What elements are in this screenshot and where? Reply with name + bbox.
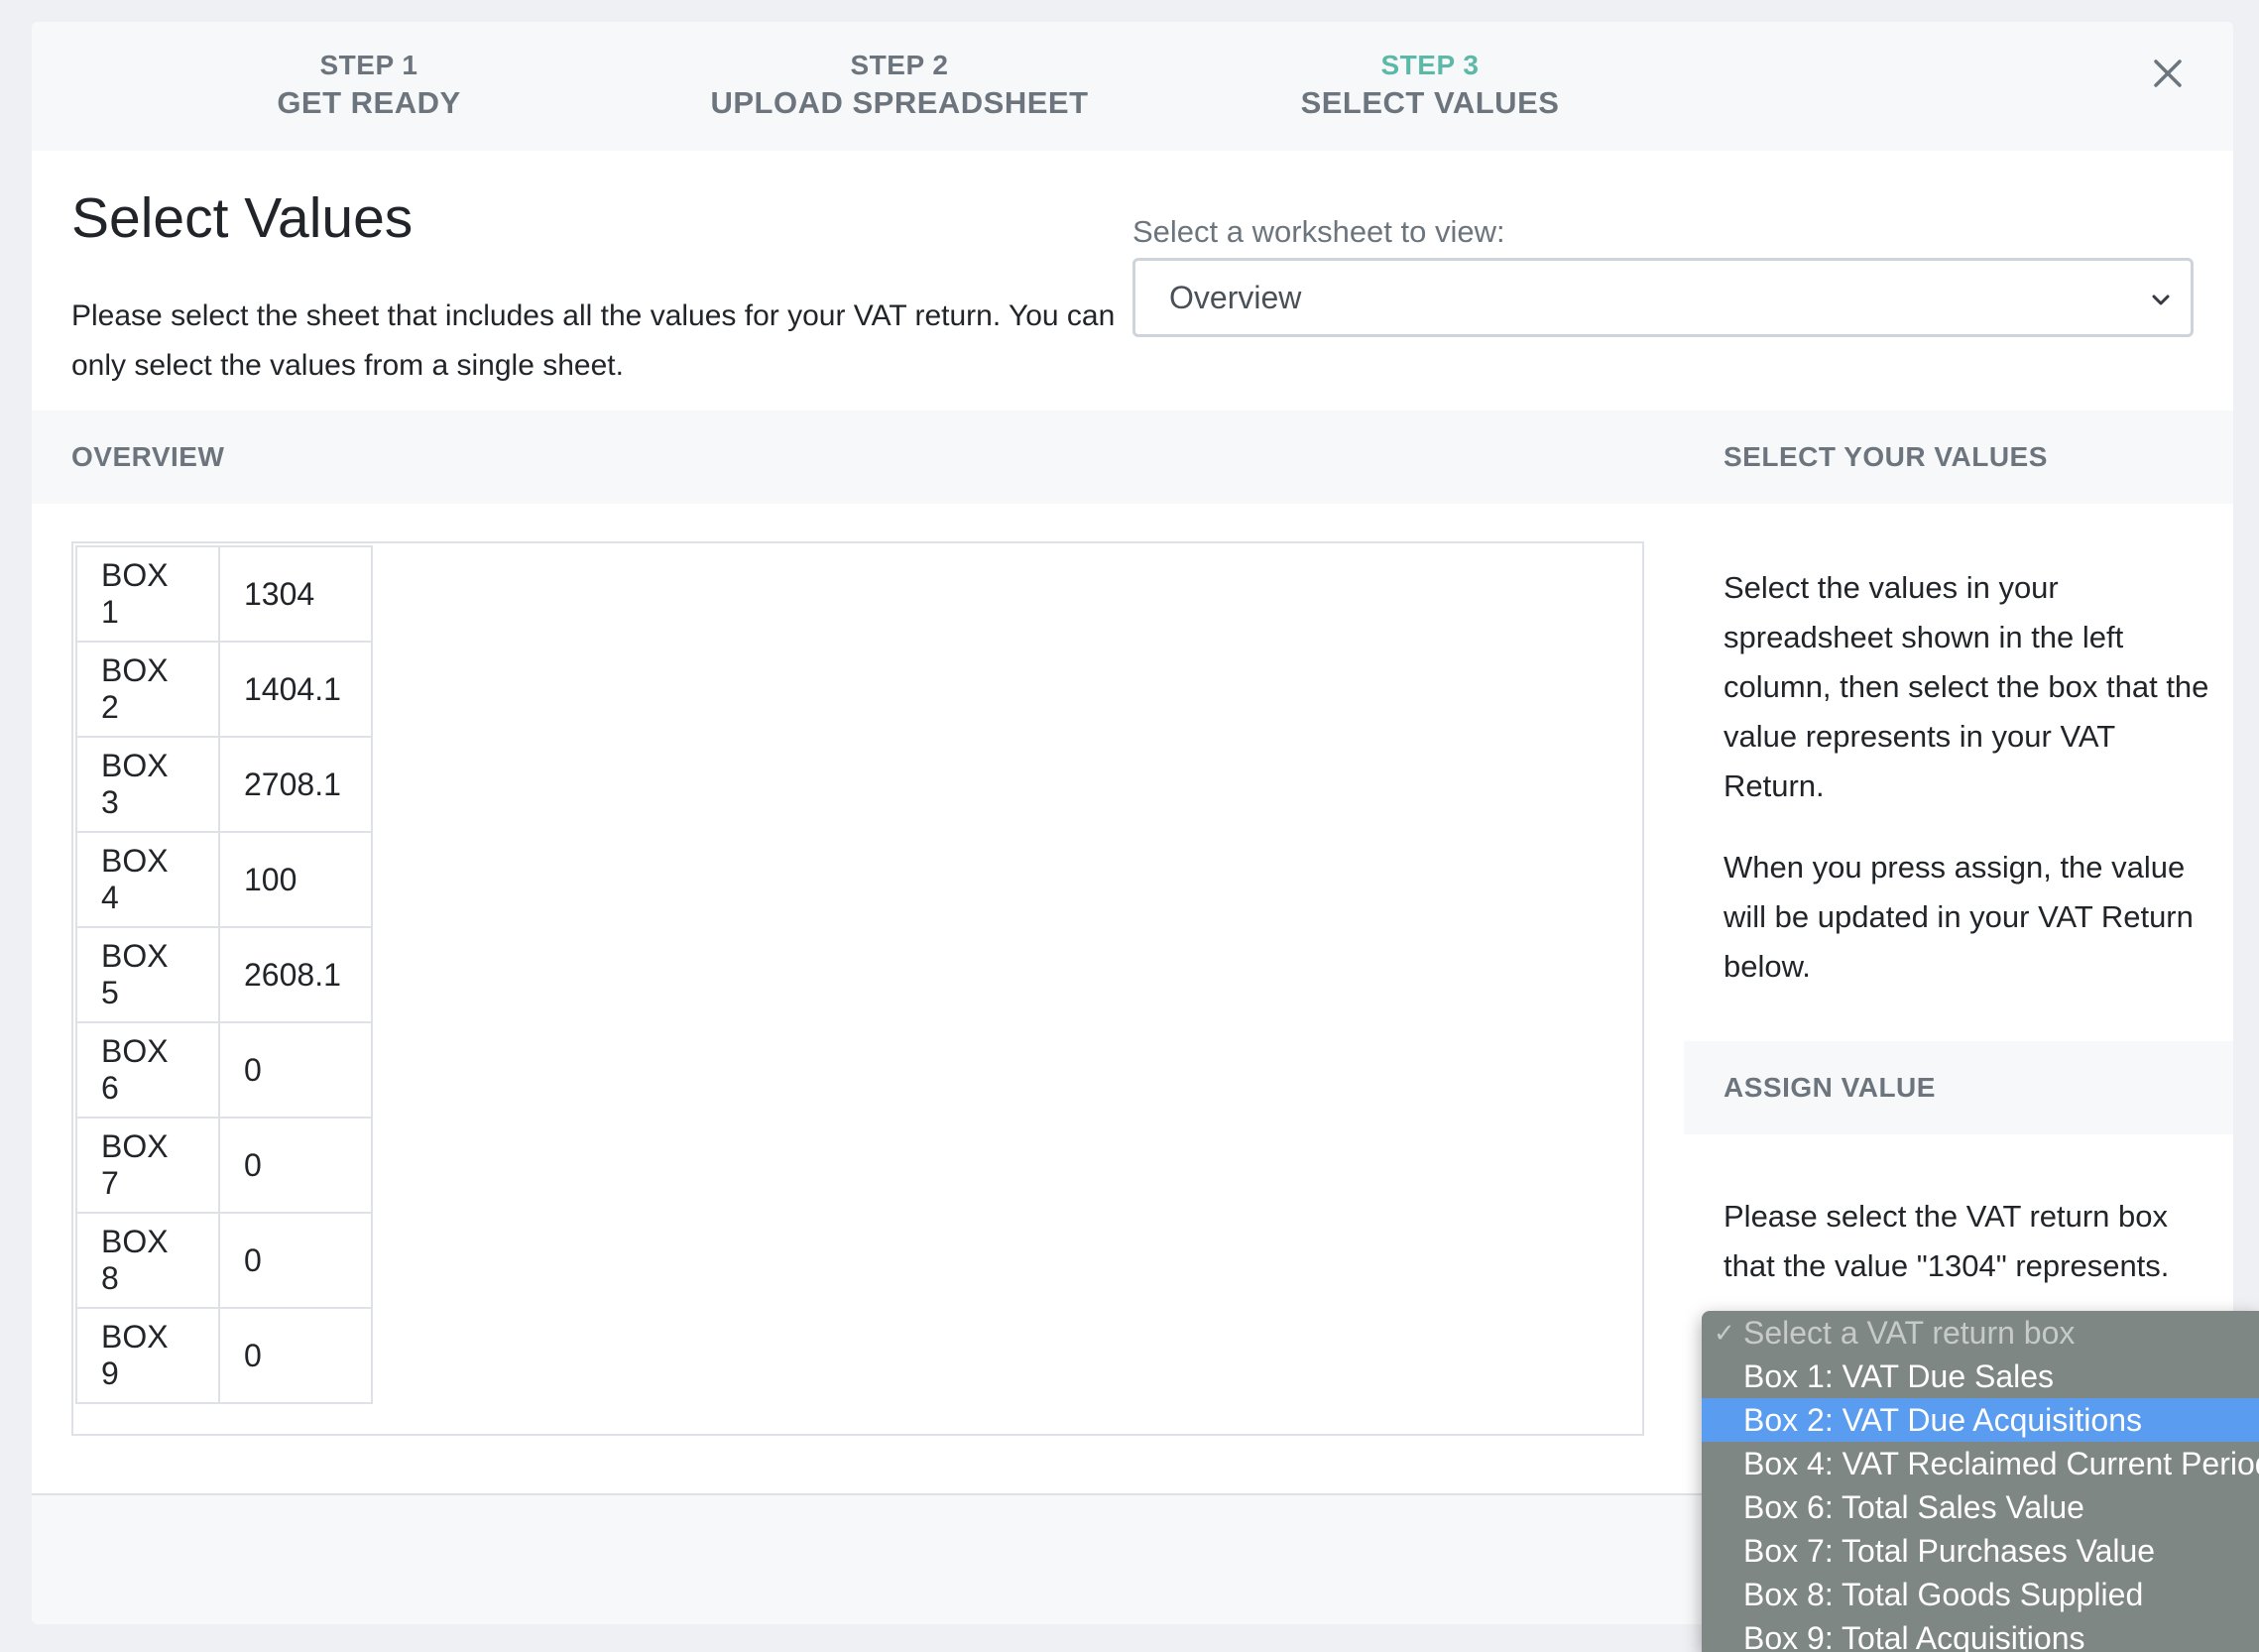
table-cell[interactable]: BOX 9: [75, 1307, 220, 1404]
table-row: BOX 3 2708.1: [75, 736, 373, 833]
dropdown-option[interactable]: Box 9: Total Acquisitions: [1702, 1616, 2259, 1652]
page-title: Select Values: [71, 186, 414, 250]
spreadsheet-view: BOX 1 1304 BOX 2 1404.1 BOX 3 2708.1 BOX…: [71, 541, 1644, 1436]
table-cell-value[interactable]: 2708.1: [218, 736, 373, 833]
table-cell[interactable]: BOX 6: [75, 1021, 220, 1119]
step-3-name: SELECT VALUES: [1300, 85, 1560, 120]
dropdown-option[interactable]: Box 6: Total Sales Value: [1702, 1485, 2259, 1529]
table-row: BOX 8 0: [75, 1212, 373, 1309]
table-cell-value[interactable]: 100: [218, 831, 373, 928]
dropdown-option-label: Select a VAT return box: [1743, 1315, 2076, 1351]
table-cell-value[interactable]: 1304: [218, 545, 373, 643]
help-paragraph-1: Select the values in your spreadsheet sh…: [1724, 570, 2209, 803]
vat-box-dropdown-list: ✓ Select a VAT return box Box 1: VAT Due…: [1702, 1311, 2259, 1652]
table-row: BOX 4 100: [75, 831, 373, 928]
table-cell-value[interactable]: 1404.1: [218, 641, 373, 738]
table-cell[interactable]: BOX 5: [75, 926, 220, 1023]
step-3: STEP 3 SELECT VALUES: [1261, 48, 1599, 123]
step-2-name: UPLOAD SPREADSHEET: [710, 85, 1089, 120]
worksheet-label: Select a worksheet to view:: [1132, 214, 1505, 249]
assign-value-header: ASSIGN VALUE: [1684, 1041, 2233, 1134]
step-indicator: STEP 1 GET READY STEP 2 UPLOAD SPREADSHE…: [32, 22, 2233, 151]
step-1: STEP 1 GET READY: [230, 48, 508, 123]
dropdown-option[interactable]: Box 8: Total Goods Supplied: [1702, 1573, 2259, 1616]
step-2-number: STEP 2: [850, 50, 949, 80]
intro-text: Please select the sheet that includes al…: [71, 299, 1116, 382]
table-row: BOX 1 1304: [75, 545, 373, 643]
dropdown-option[interactable]: Box 7: Total Purchases Value: [1702, 1529, 2259, 1573]
table-row: BOX 7 0: [75, 1117, 373, 1214]
table-cell-value[interactable]: 0: [218, 1212, 373, 1309]
step-2: STEP 2 UPLOAD SPREADSHEET: [676, 48, 1123, 123]
step-1-number: STEP 1: [319, 50, 418, 80]
table-row: BOX 6 0: [75, 1021, 373, 1119]
dropdown-option[interactable]: Box 1: VAT Due Sales: [1702, 1355, 2259, 1398]
table-row: BOX 2 1404.1: [75, 641, 373, 738]
help-text: Select the values in your spreadsheet sh…: [1724, 563, 2213, 1023]
dropdown-option-placeholder[interactable]: ✓ Select a VAT return box: [1702, 1311, 2259, 1355]
table-cell[interactable]: BOX 1: [75, 545, 220, 643]
checkmark-icon: ✓: [1714, 1318, 1735, 1348]
table-cell-value[interactable]: 0: [218, 1021, 373, 1119]
select-values-header: SELECT YOUR VALUES: [1684, 411, 2233, 504]
table-cell-value[interactable]: 0: [218, 1307, 373, 1404]
close-icon: [2154, 59, 2182, 87]
table-row: BOX 5 2608.1: [75, 926, 373, 1023]
worksheet-select[interactable]: Overview: [1132, 258, 2194, 337]
chevron-down-icon: [2152, 295, 2170, 305]
step-1-name: GET READY: [277, 85, 461, 120]
dropdown-option[interactable]: Box 4: VAT Reclaimed Current Period: [1702, 1442, 2259, 1485]
table-cell[interactable]: BOX 8: [75, 1212, 220, 1309]
help-paragraph-2: When you press assign, the value will be…: [1724, 850, 2194, 984]
table-row: BOX 9 0: [75, 1307, 373, 1404]
table-cell-value[interactable]: 0: [218, 1117, 373, 1214]
close-button[interactable]: [2146, 52, 2190, 95]
table-cell-value[interactable]: 2608.1: [218, 926, 373, 1023]
table-cell[interactable]: BOX 4: [75, 831, 220, 928]
assign-value-text: Please select the VAT return box that th…: [1724, 1199, 2170, 1283]
dropdown-option-highlighted[interactable]: Box 2: VAT Due Acquisitions: [1702, 1398, 2259, 1442]
worksheet-select-value: Overview: [1169, 280, 1302, 315]
step-3-number: STEP 3: [1380, 50, 1480, 80]
sheet-section-header: OVERVIEW: [32, 411, 1684, 504]
spreadsheet-table: BOX 1 1304 BOX 2 1404.1 BOX 3 2708.1 BOX…: [75, 545, 373, 1404]
table-cell[interactable]: BOX 7: [75, 1117, 220, 1214]
table-cell[interactable]: BOX 2: [75, 641, 220, 738]
table-cell[interactable]: BOX 3: [75, 736, 220, 833]
